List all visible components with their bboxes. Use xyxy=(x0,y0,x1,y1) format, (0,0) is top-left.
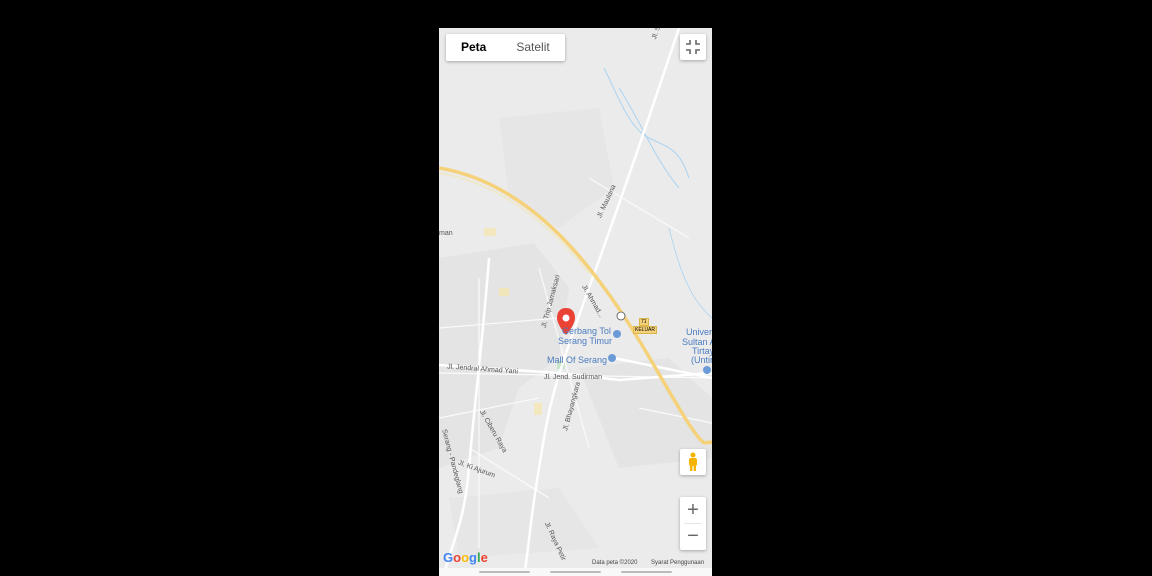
satellite-tab[interactable]: Satelit xyxy=(501,34,564,61)
map-data-attribution: Data peta ©2020 xyxy=(592,560,638,566)
exit-fullscreen-icon xyxy=(686,40,700,54)
university-label-4[interactable]: (Untir xyxy=(691,355,712,365)
mall-label[interactable]: Mall Of Serang xyxy=(547,355,607,365)
gesture-navbar xyxy=(439,568,712,576)
street-view-button[interactable] xyxy=(680,449,706,475)
zoom-in-button[interactable]: + xyxy=(680,497,706,523)
exit-label: KELUAR xyxy=(633,326,658,334)
terms-link[interactable]: Syarat Penggunaan xyxy=(651,560,704,566)
map-view[interactable]: Jl. Sawah L. Jl. Maulana man Jl. Trip Ja… xyxy=(439,28,712,576)
nav-indicator xyxy=(621,571,672,573)
google-logo[interactable]: Google xyxy=(443,550,488,565)
nav-indicator xyxy=(550,571,601,573)
zoom-out-button[interactable]: − xyxy=(680,524,706,550)
university-label[interactable]: Univers xyxy=(686,327,712,337)
road-label: man xyxy=(439,230,453,237)
map-canvas[interactable] xyxy=(439,28,712,576)
pegman-icon xyxy=(689,452,697,471)
road-label: Jl. Jend. Sudirman xyxy=(544,374,602,381)
fullscreen-button[interactable] xyxy=(680,34,706,60)
zoom-control: + − xyxy=(680,497,706,550)
map-type-control: Peta Satelit xyxy=(446,34,565,61)
nav-indicator xyxy=(479,571,530,573)
map-tab[interactable]: Peta xyxy=(446,34,501,61)
exit-number: 71 xyxy=(639,318,649,326)
toll-gate-label-2[interactable]: Serang Timur xyxy=(558,336,612,346)
toll-gate-label[interactable]: Gerbang Tol xyxy=(562,326,611,336)
